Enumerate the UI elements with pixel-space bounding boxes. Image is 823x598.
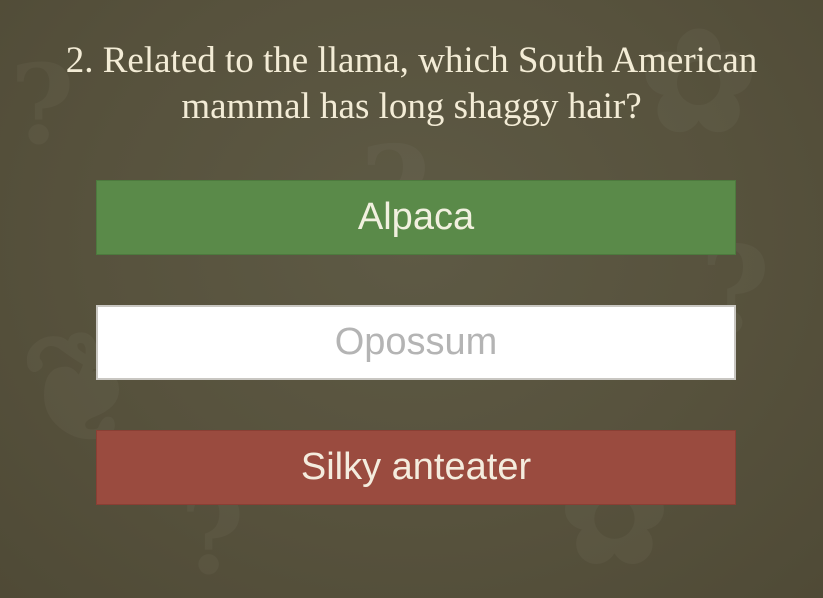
quiz-screen: { "quiz": { "question": "2. Related to t… [0,0,823,598]
answer-option-opossum[interactable]: Opossum [96,305,736,380]
answer-label: Silky anteater [300,446,532,488]
answer-option-alpaca[interactable]: Alpaca [96,180,736,255]
question-text: 2. Related to the llama, which South Ame… [65,40,758,127]
answer-option-silky-anteater[interactable]: Silky anteater [96,430,736,505]
answer-label: Alpaca [357,196,475,238]
answer-label: Opossum [334,321,498,363]
